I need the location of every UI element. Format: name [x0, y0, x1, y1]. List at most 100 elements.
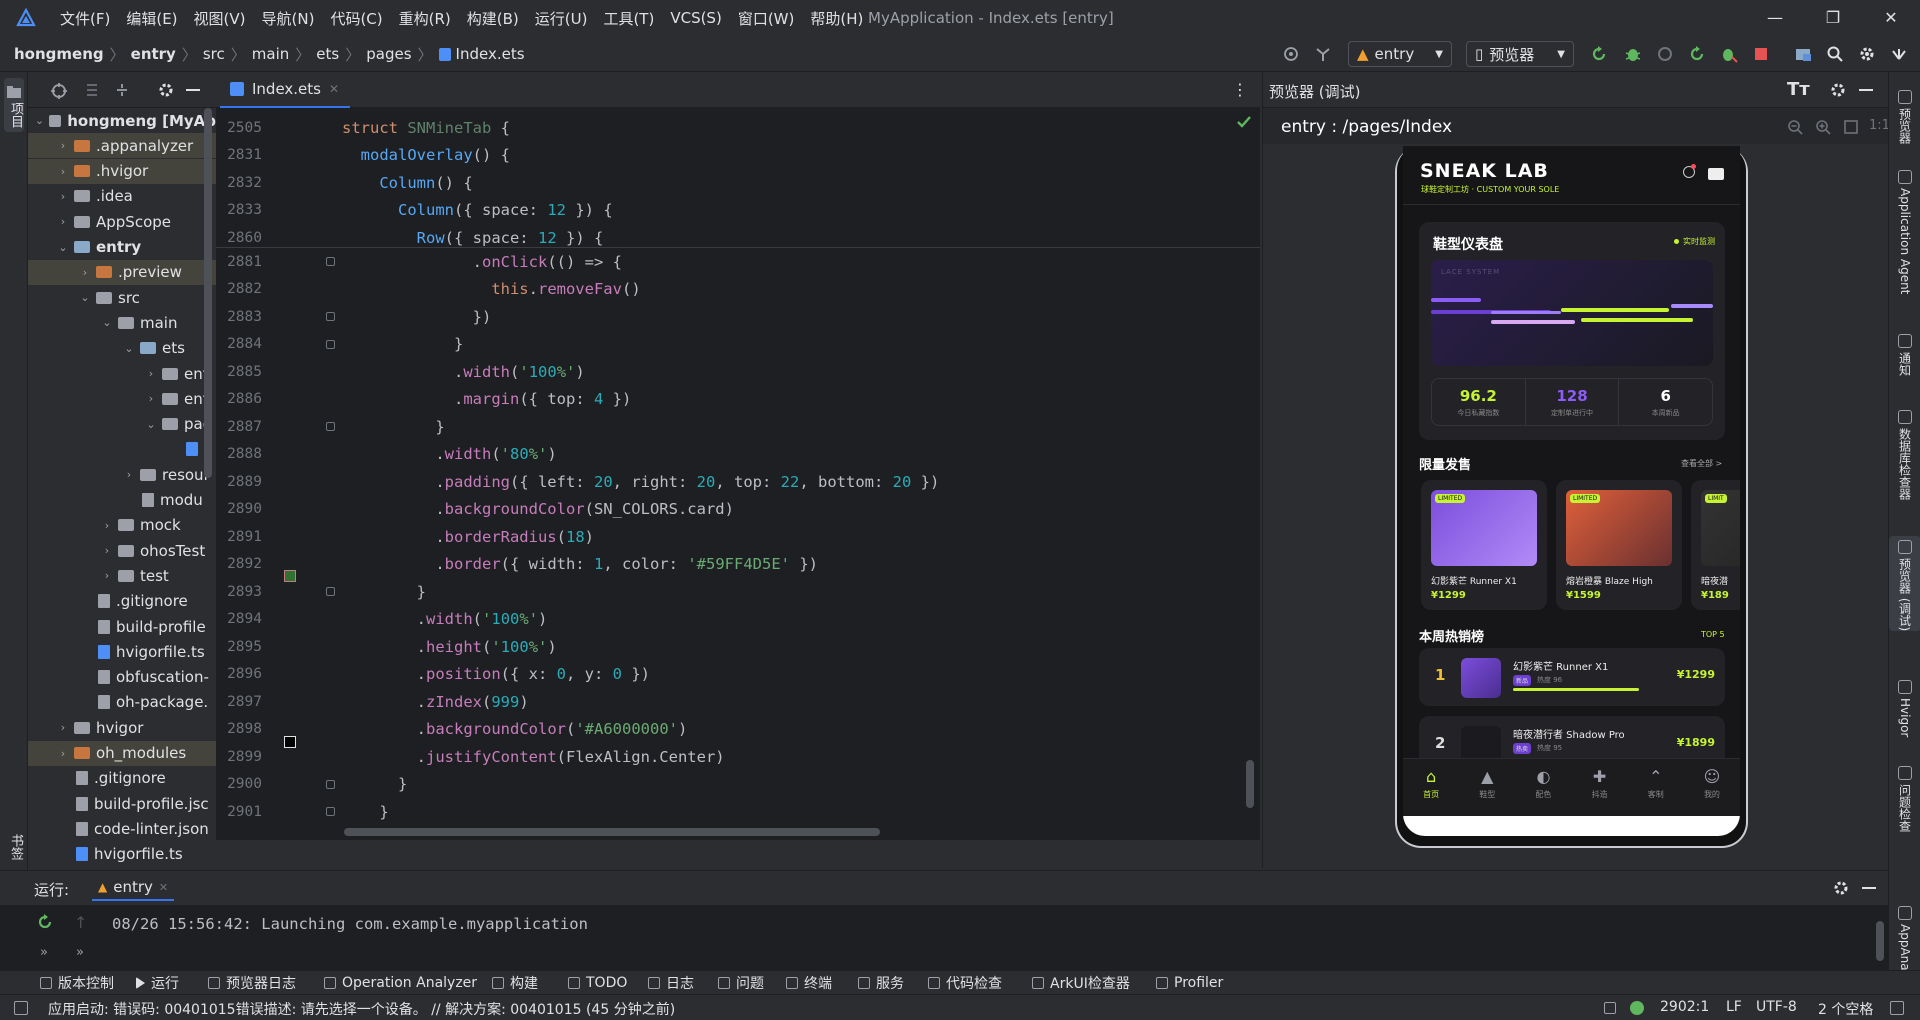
zoom-in-icon[interactable] — [1815, 119, 1831, 135]
bug-hammer-icon[interactable] — [1314, 45, 1332, 63]
maximize-icon[interactable]: ❐ — [1804, 0, 1862, 36]
menu-item[interactable]: 帮助(H) — [802, 8, 871, 29]
chevron-down-icon[interactable]: ⌄ — [78, 291, 92, 304]
bottom-tool-tab[interactable]: Operation Analyzer — [324, 973, 477, 993]
menu-item[interactable]: 重构(R) — [391, 8, 459, 29]
tree-item[interactable]: › resour — [28, 462, 216, 487]
sticky-code-line[interactable]: 2832 Column() { — [216, 169, 1260, 197]
right-tool-tab[interactable]: 问题检查 — [1889, 762, 1920, 832]
menu-item[interactable]: 代码(C) — [322, 8, 390, 29]
code-body[interactable]: .borderRadius(11)2881 .onClick(() => {28… — [216, 238, 1260, 840]
editor-horizontal-scrollbar[interactable] — [344, 828, 880, 836]
app-tab[interactable]: ✚ 抖造 — [1572, 759, 1628, 816]
tree-item[interactable]: modu — [28, 488, 216, 513]
chevron-right-icon[interactable]: › — [56, 721, 70, 734]
project-folder-icon[interactable] — [7, 86, 21, 98]
run-tab-entry[interactable]: ▲ entry ✕ — [92, 875, 175, 901]
right-tool-tab[interactable]: Hvigor — [1889, 676, 1920, 737]
device-dropdown[interactable]: ▯ 预览器 ▼ — [1466, 41, 1574, 67]
panel-toggle-icon[interactable] — [14, 1001, 28, 1015]
right-tool-tab[interactable]: 预览器 — [1889, 86, 1920, 144]
code-line[interactable]: 2882 this.removeFav() — [216, 276, 1260, 304]
chevron-down-icon[interactable]: ⌄ — [144, 418, 158, 431]
menu-item[interactable]: 窗口(W) — [730, 8, 803, 29]
more-icon-2[interactable]: » — [76, 945, 84, 960]
chevron-right-icon[interactable]: › — [56, 215, 70, 228]
bookmarks-tool-label[interactable]: 书签 — [6, 834, 25, 860]
fold-marker-icon[interactable] — [326, 257, 335, 266]
chevron-right-icon[interactable]: › — [56, 165, 70, 178]
app-tab[interactable]: ◐ 配色 — [1515, 759, 1571, 816]
settings-gear-icon[interactable] — [158, 82, 174, 98]
right-tool-tab[interactable]: 通知 — [1889, 330, 1920, 376]
bottom-tool-tab[interactable]: 问题 — [718, 973, 764, 993]
chevron-down-icon[interactable]: ⌄ — [122, 342, 136, 355]
line-separator[interactable]: LF — [1726, 999, 1742, 1015]
code-line[interactable]: 2901 } — [216, 798, 1260, 826]
bottom-tool-tab[interactable]: 运行 — [136, 973, 179, 993]
code-line[interactable]: 2897 .zIndex(999) — [216, 688, 1260, 716]
close-tab-icon[interactable]: ✕ — [159, 881, 168, 894]
collapse-all-icon[interactable] — [114, 82, 130, 98]
refresh-run-icon[interactable] — [1590, 45, 1608, 63]
code-line[interactable]: 2893 } — [216, 578, 1260, 606]
status-message[interactable]: 应用启动: 错误码: 00401015错误描述: 请先选择一个设备。 // 解决… — [48, 999, 675, 1019]
tree-item[interactable]: obfuscation- — [28, 665, 216, 690]
breadcrumb-item[interactable]: ets — [316, 45, 339, 63]
bottom-tool-tab[interactable]: ArkUI检查器 — [1032, 973, 1130, 993]
huawei-logo-icon[interactable] — [1890, 45, 1908, 63]
minimize-panel-icon[interactable] — [1859, 89, 1873, 91]
tree-item[interactable]: › .preview — [28, 259, 216, 285]
chevron-down-icon[interactable]: ⌄ — [34, 114, 45, 127]
locate-icon[interactable] — [50, 82, 68, 100]
run-scrollbar[interactable] — [1876, 921, 1884, 961]
zoom-out-icon[interactable] — [1787, 119, 1803, 135]
code-line[interactable]: 2896 .position({ x: 0, y: 0 }) — [216, 661, 1260, 689]
chevron-down-icon[interactable]: ⌄ — [56, 241, 70, 254]
sticky-code-line[interactable]: 2505 struct SNMineTab { — [216, 114, 1260, 142]
close-icon[interactable]: ✕ — [1862, 0, 1920, 36]
menu-item[interactable]: 文件(F) — [52, 8, 118, 29]
tree-item[interactable]: ⌄ main — [28, 310, 216, 335]
breadcrumb-item[interactable]: hongmeng — [14, 45, 104, 63]
one-to-one-icon[interactable]: 1:1 — [1869, 118, 1890, 133]
apply-changes-icon[interactable] — [1688, 45, 1706, 63]
code-line[interactable]: 2899 .justifyContent(FlexAlign.Center) — [216, 743, 1260, 771]
tree-item[interactable]: › .appanalyzer — [28, 133, 216, 159]
app-tab[interactable]: ⌃ 客制 — [1628, 759, 1684, 816]
tree-item[interactable]: › .hvigor — [28, 158, 216, 184]
right-tool-tab[interactable]: 预览器 (调试) — [1889, 536, 1920, 632]
tab-index-ets[interactable]: Index.ets ✕ — [220, 72, 350, 108]
code-line[interactable]: 2900 } — [216, 771, 1260, 799]
right-tool-tab[interactable]: 数据库检查器 — [1889, 406, 1920, 500]
chevron-down-icon[interactable]: ⌄ — [100, 316, 114, 329]
fold-marker-icon[interactable] — [326, 807, 335, 816]
fold-marker-icon[interactable] — [326, 422, 335, 431]
bottom-tool-tab[interactable]: Profiler — [1156, 973, 1223, 993]
hot-list-item[interactable]: 1 幻影紫芒 Runner X1 新品 热度 96 ¥1299 — [1419, 648, 1725, 706]
project-scrollbar[interactable] — [204, 108, 212, 478]
sticky-code-line[interactable]: 2860 Row({ space: 12 }) { — [216, 224, 1260, 252]
fold-marker-icon[interactable] — [326, 312, 335, 321]
fold-marker-icon[interactable] — [326, 779, 335, 789]
fit-screen-icon[interactable] — [1843, 119, 1859, 135]
chevron-right-icon[interactable]: › — [56, 747, 70, 760]
tree-item[interactable]: ⌄ src — [28, 285, 216, 310]
code-line[interactable]: 2884 } — [216, 331, 1260, 359]
font-size-icon[interactable]: Tт — [1787, 79, 1810, 100]
more-options-icon[interactable]: ⋮ — [1232, 80, 1248, 99]
bottom-tool-tab[interactable]: 预览器日志 — [208, 973, 296, 993]
bottom-tool-tab[interactable]: 服务 — [858, 973, 904, 993]
tree-item[interactable]: › oh_modules — [28, 740, 216, 766]
cursor-position[interactable]: 2902:1 — [1660, 999, 1709, 1015]
menu-item[interactable]: 工具(T) — [595, 8, 662, 29]
tree-item[interactable]: › ohosTest — [28, 538, 216, 563]
search-icon[interactable] — [1826, 45, 1844, 63]
chevron-right-icon[interactable]: › — [144, 367, 158, 380]
menu-item[interactable]: 运行(U) — [527, 8, 596, 29]
chevron-right-icon[interactable]: › — [144, 392, 158, 405]
expand-all-icon[interactable] — [84, 82, 100, 98]
tree-item[interactable]: › ent — [28, 361, 216, 386]
arrow-up-icon[interactable]: ↑ — [74, 913, 87, 932]
breadcrumb-item[interactable]: Index.ets — [456, 45, 525, 63]
